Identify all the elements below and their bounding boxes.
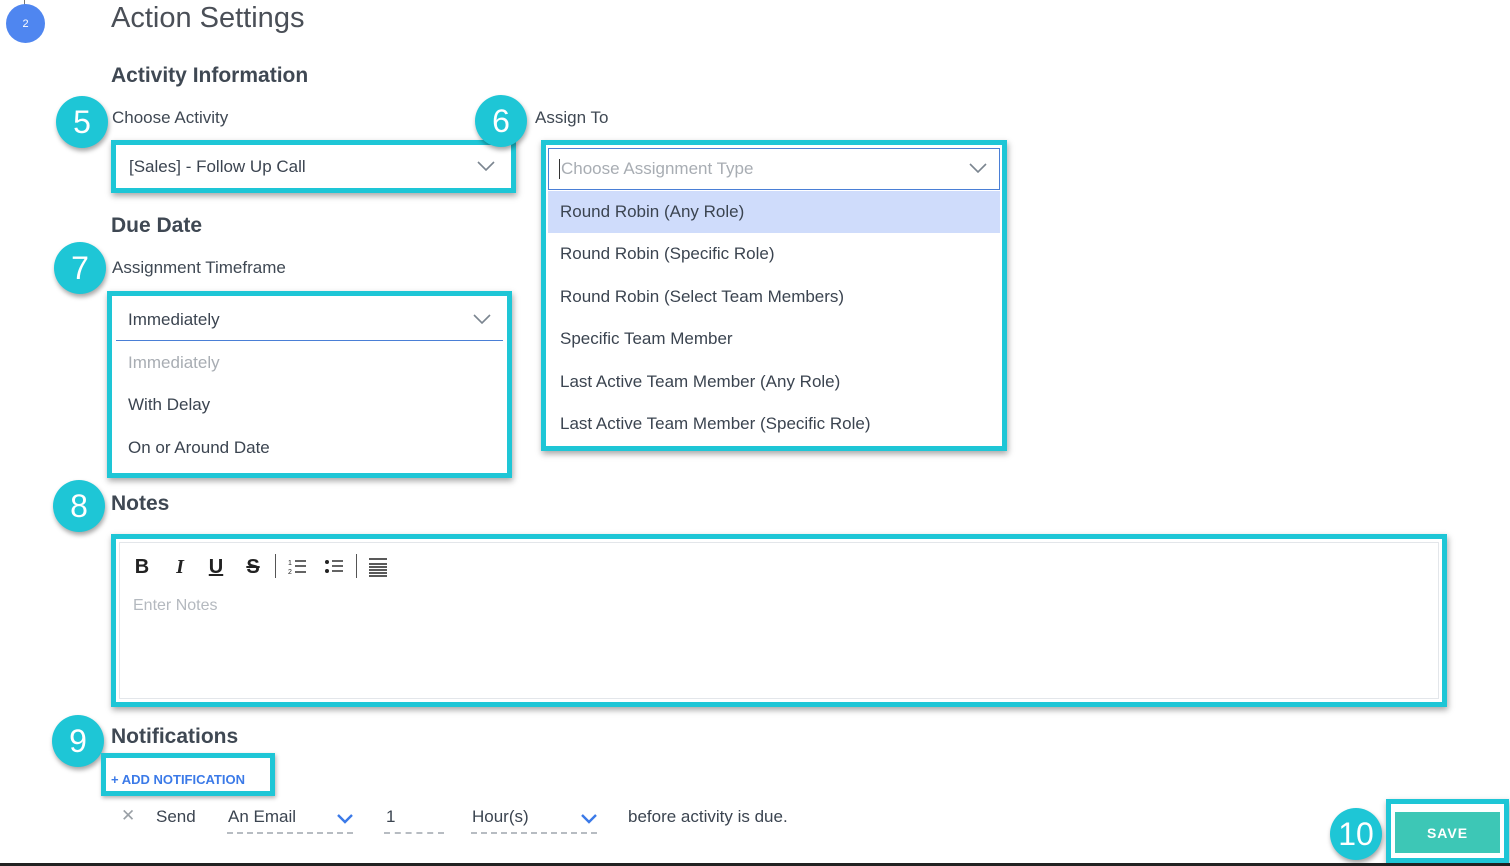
- bullet-list-icon: [325, 560, 343, 573]
- choose-activity-select[interactable]: [Sales] - Follow Up Call: [120, 148, 507, 185]
- assign-option-last-active-any[interactable]: Last Active Team Member (Any Role): [548, 361, 1000, 403]
- timeframe-option-immediately[interactable]: Immediately: [116, 342, 503, 384]
- notification-suffix-text: before activity is due.: [628, 807, 788, 826]
- timeframe-select[interactable]: Immediately: [116, 299, 503, 341]
- chevron-down-icon: [581, 814, 597, 824]
- callout-5: 5: [56, 96, 108, 148]
- callout-6: 6: [475, 95, 527, 147]
- callout-8: 8: [53, 480, 105, 532]
- assign-to-dropdown: Round Robin (Any Role) Round Robin (Spec…: [548, 191, 1000, 445]
- assign-option-round-robin-any[interactable]: Round Robin (Any Role): [548, 191, 1000, 233]
- page-title: Action Settings: [111, 2, 305, 34]
- svg-text:1: 1: [288, 560, 292, 567]
- choose-activity-highlight: [Sales] - Follow Up Call: [111, 140, 516, 193]
- underline-button[interactable]: U: [206, 553, 226, 581]
- notes-editor: [119, 542, 1439, 699]
- notification-amount-value: 1: [386, 807, 396, 826]
- timeframe-option-on-around-date[interactable]: On or Around Date: [116, 427, 503, 469]
- assign-to-label: Assign To: [535, 108, 609, 127]
- assign-to-select[interactable]: Choose Assignment Type: [548, 148, 1000, 190]
- callout-7: 7: [54, 242, 106, 294]
- notifications-section-title: Notifications: [111, 725, 239, 748]
- timeframe-option-with-delay[interactable]: With Delay: [116, 384, 503, 426]
- strikethrough-button[interactable]: S: [243, 553, 263, 581]
- choose-activity-label: Choose Activity: [112, 108, 229, 127]
- timeframe-value: Immediately: [128, 309, 220, 329]
- save-highlight: SAVE: [1386, 799, 1509, 863]
- step-indicator: 2: [6, 4, 45, 43]
- remove-notification-icon[interactable]: ✕: [121, 806, 135, 826]
- notes-section-title: Notes: [111, 492, 170, 515]
- assign-option-specific-member[interactable]: Specific Team Member: [548, 318, 1000, 360]
- notification-unit-select[interactable]: Hour(s): [471, 804, 597, 834]
- bold-button[interactable]: B: [132, 553, 152, 581]
- notes-input[interactable]: Enter Notes: [133, 597, 217, 615]
- timeframe-highlight: Immediately Immediately With Delay On or…: [107, 291, 512, 478]
- choose-activity-value: [Sales] - Follow Up Call: [129, 156, 306, 176]
- ordered-list-icon: 1 2: [288, 560, 306, 576]
- add-notification-highlight: + ADD NOTIFICATION: [101, 753, 275, 796]
- svg-text:2: 2: [288, 569, 292, 576]
- timeframe-dropdown: Immediately With Delay On or Around Date: [116, 342, 503, 470]
- add-notification-link[interactable]: + ADD NOTIFICATION: [111, 772, 245, 787]
- assignment-timeframe-label: Assignment Timeframe: [112, 258, 286, 277]
- notification-unit-value: Hour(s): [472, 807, 529, 826]
- toolbar-separator: [275, 554, 276, 578]
- assign-option-last-active-specific[interactable]: Last Active Team Member (Specific Role): [548, 403, 1000, 445]
- callout-9: 9: [52, 715, 104, 767]
- chevron-down-icon: [473, 313, 491, 324]
- toolbar-separator: [356, 554, 357, 578]
- italic-button[interactable]: I: [170, 553, 190, 581]
- text-cursor: [559, 159, 560, 179]
- assign-option-round-robin-specific[interactable]: Round Robin (Specific Role): [548, 233, 1000, 275]
- notification-method-select[interactable]: An Email: [227, 804, 353, 834]
- justify-button[interactable]: [367, 553, 389, 581]
- notification-amount-input[interactable]: 1: [384, 804, 444, 834]
- bullet-list-button[interactable]: [323, 553, 345, 581]
- chevron-down-icon: [337, 814, 353, 824]
- callout-10: 10: [1330, 808, 1382, 860]
- ordered-list-button[interactable]: 1 2: [286, 553, 308, 581]
- assign-option-round-robin-select[interactable]: Round Robin (Select Team Members): [548, 276, 1000, 318]
- notification-method-value: An Email: [228, 807, 297, 826]
- due-date-section-title: Due Date: [111, 214, 203, 237]
- send-label: Send: [156, 807, 196, 826]
- align-justify-icon: [369, 558, 387, 577]
- activity-section-title: Activity Information: [111, 64, 309, 87]
- save-button[interactable]: SAVE: [1395, 812, 1500, 853]
- chevron-down-icon: [969, 163, 987, 173]
- assign-to-highlight: Choose Assignment Type Round Robin (Any …: [541, 140, 1007, 451]
- chevron-down-icon: [477, 160, 495, 171]
- notes-highlight: [111, 534, 1447, 707]
- assign-to-placeholder: Choose Assignment Type: [561, 159, 754, 178]
